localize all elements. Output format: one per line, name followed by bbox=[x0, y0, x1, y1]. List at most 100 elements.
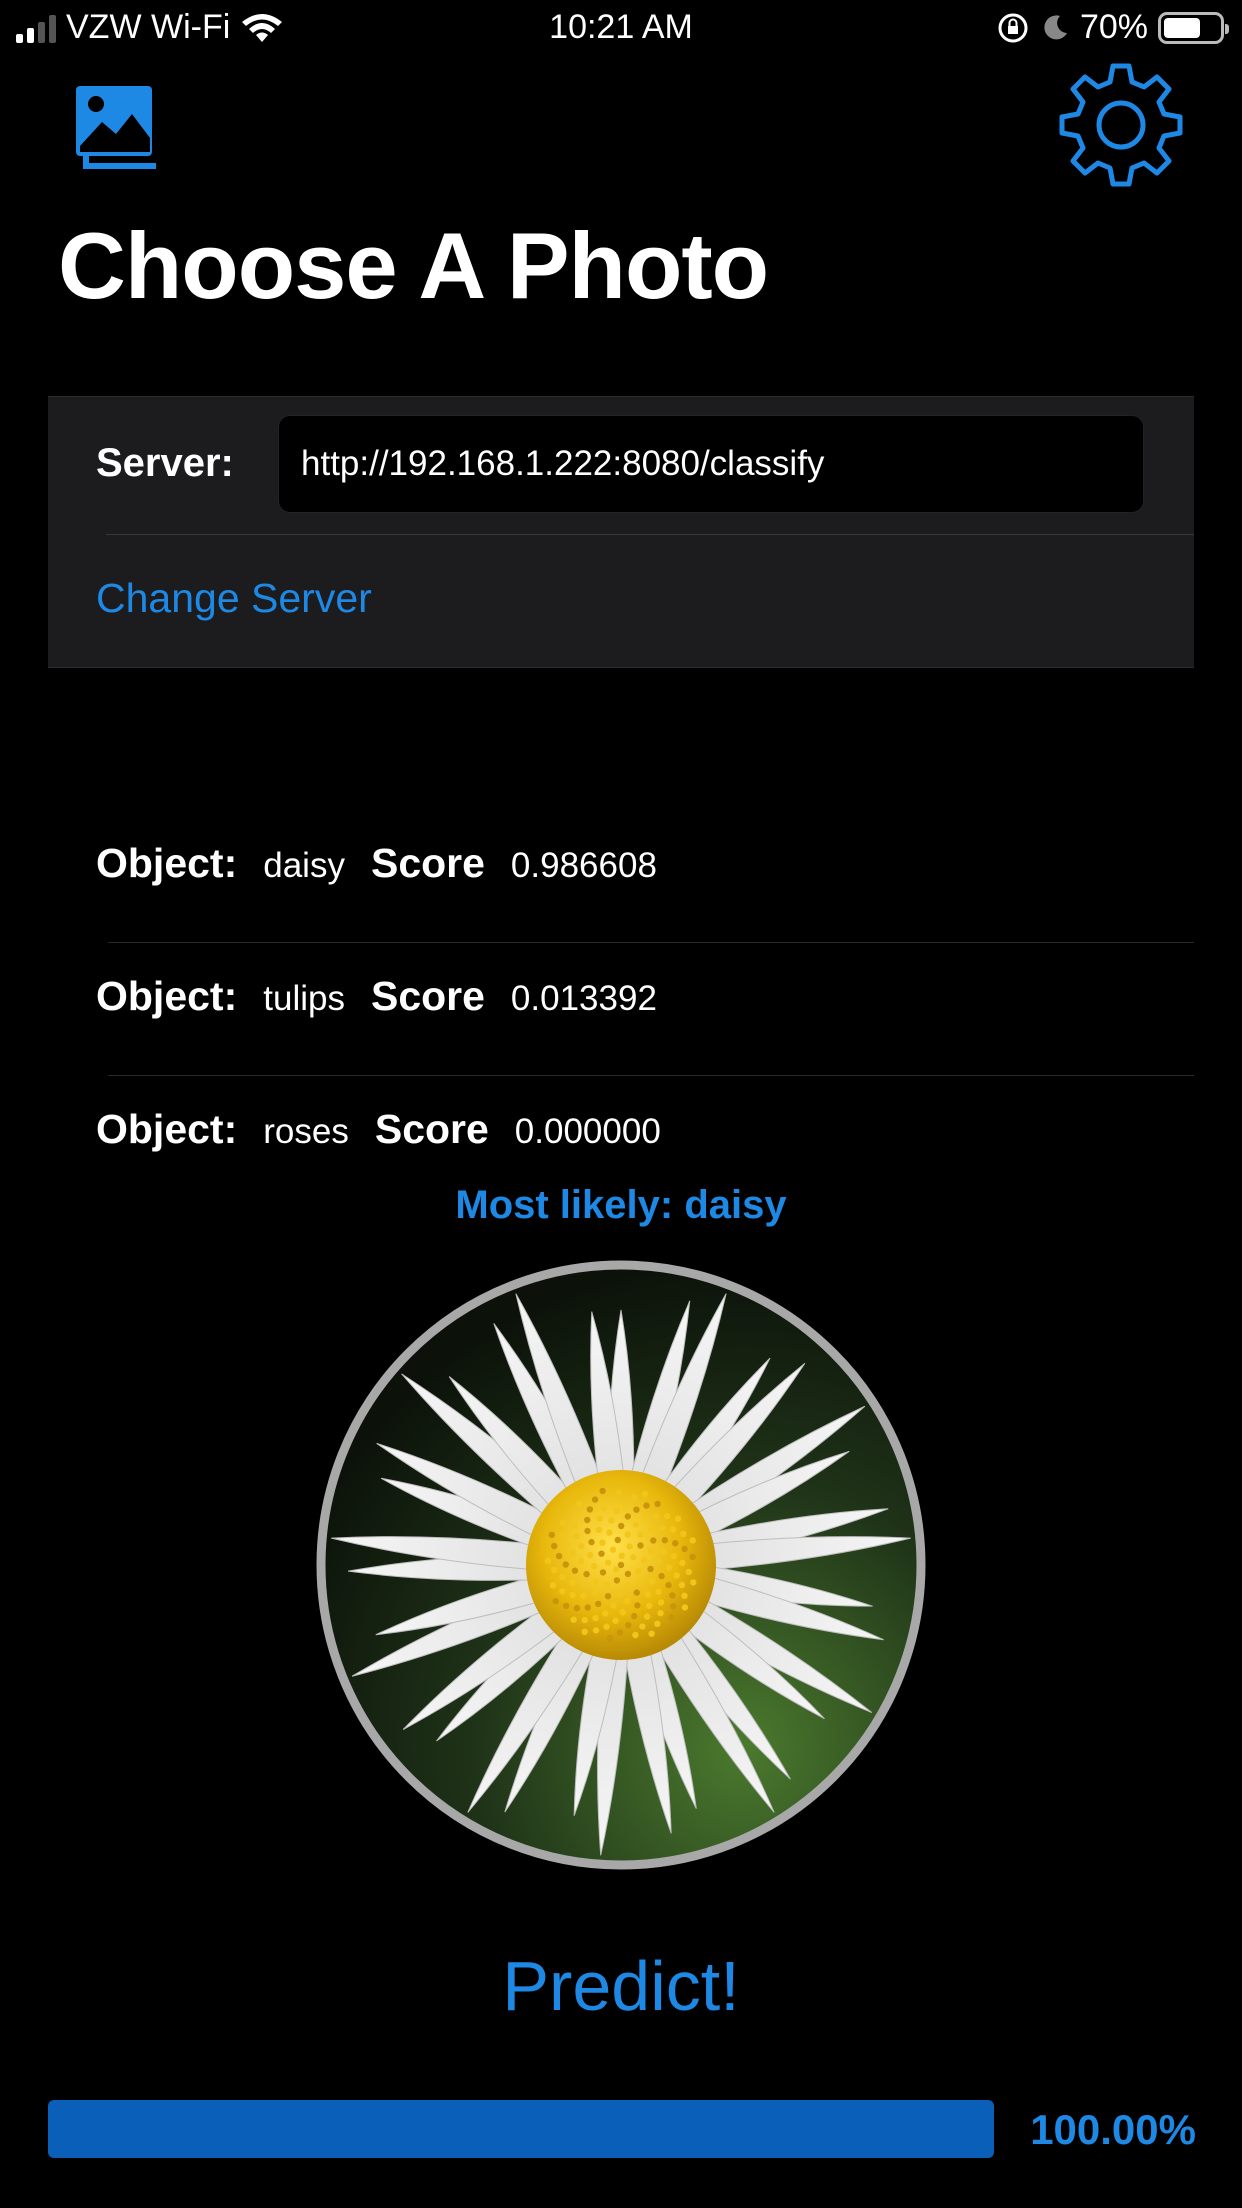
floret bbox=[680, 1530, 687, 1537]
floret bbox=[668, 1614, 675, 1621]
floret bbox=[592, 1614, 599, 1622]
floret bbox=[681, 1592, 688, 1599]
progress-bar bbox=[48, 2100, 994, 2158]
floret bbox=[618, 1522, 625, 1530]
floret bbox=[610, 1602, 617, 1609]
score-value: 0.000000 bbox=[514, 1112, 661, 1151]
floret bbox=[665, 1564, 673, 1571]
floret bbox=[633, 1589, 640, 1596]
floret bbox=[643, 1613, 651, 1620]
floret bbox=[648, 1578, 656, 1585]
floret bbox=[606, 1529, 613, 1536]
floret bbox=[647, 1547, 655, 1555]
floret bbox=[551, 1542, 558, 1550]
server-label: Server: bbox=[96, 441, 234, 485]
floret bbox=[586, 1551, 594, 1559]
floret bbox=[652, 1512, 660, 1520]
floret bbox=[559, 1588, 566, 1595]
floret bbox=[665, 1581, 672, 1589]
floret bbox=[615, 1489, 623, 1496]
page-title: Choose A Photo bbox=[58, 213, 769, 318]
floret bbox=[573, 1532, 580, 1540]
object-value: daisy bbox=[263, 846, 345, 885]
floret bbox=[584, 1527, 591, 1535]
floret bbox=[657, 1599, 665, 1606]
battery-icon bbox=[1158, 11, 1229, 44]
floret bbox=[658, 1572, 665, 1580]
floret bbox=[670, 1603, 677, 1610]
floret bbox=[673, 1572, 680, 1579]
floret bbox=[552, 1598, 559, 1605]
selected-photo[interactable] bbox=[316, 1260, 926, 1870]
score-value: 0.013392 bbox=[510, 979, 657, 1018]
floret bbox=[685, 1568, 692, 1576]
floret bbox=[689, 1537, 696, 1544]
floret bbox=[592, 1627, 600, 1634]
floret bbox=[579, 1581, 587, 1588]
floret bbox=[613, 1566, 620, 1573]
floret bbox=[560, 1530, 567, 1538]
score-value: 0.986608 bbox=[510, 846, 657, 885]
floret bbox=[584, 1516, 591, 1524]
floret bbox=[616, 1629, 624, 1636]
floret bbox=[689, 1553, 696, 1560]
floret bbox=[660, 1548, 667, 1556]
floret bbox=[551, 1566, 558, 1574]
floret bbox=[559, 1519, 567, 1527]
photo-gallery-icon[interactable] bbox=[72, 80, 168, 176]
floret bbox=[681, 1604, 689, 1611]
floret bbox=[583, 1570, 590, 1578]
most-likely-label: Most likely: daisy bbox=[455, 1183, 787, 1227]
floret bbox=[641, 1490, 648, 1498]
floret bbox=[690, 1579, 697, 1586]
floret bbox=[654, 1620, 661, 1627]
score-label: Score bbox=[370, 973, 485, 1019]
floret bbox=[598, 1550, 605, 1557]
floret bbox=[599, 1487, 606, 1495]
floret bbox=[544, 1557, 552, 1564]
floret bbox=[608, 1517, 615, 1524]
floret bbox=[645, 1602, 653, 1609]
server-card: Server: Change Server bbox=[48, 396, 1194, 668]
floret bbox=[672, 1540, 679, 1547]
predict-button[interactable]: Predict! bbox=[0, 1945, 1242, 2027]
floret bbox=[625, 1622, 632, 1629]
change-server-button[interactable]: Change Server bbox=[96, 575, 372, 622]
floret bbox=[603, 1581, 611, 1589]
floret bbox=[591, 1590, 599, 1597]
floret bbox=[563, 1541, 570, 1548]
floret bbox=[669, 1592, 676, 1599]
floret bbox=[624, 1582, 631, 1589]
floret bbox=[634, 1602, 641, 1609]
floret bbox=[614, 1536, 621, 1544]
gear-icon[interactable] bbox=[1058, 62, 1184, 188]
floret bbox=[663, 1512, 671, 1520]
floret bbox=[657, 1610, 664, 1617]
floret bbox=[599, 1539, 606, 1546]
floret bbox=[586, 1506, 594, 1513]
moon-icon bbox=[1044, 14, 1067, 39]
floret bbox=[595, 1600, 602, 1608]
floret bbox=[619, 1609, 626, 1616]
floret bbox=[618, 1552, 625, 1559]
orientation-lock-icon bbox=[998, 13, 1028, 42]
floret bbox=[647, 1565, 654, 1573]
floret bbox=[599, 1569, 607, 1576]
floret bbox=[602, 1610, 609, 1617]
battery-percent: 70% bbox=[1079, 8, 1148, 46]
floret bbox=[581, 1628, 588, 1635]
results-list: Object: daisy Score 0.986608 Object: tul… bbox=[0, 810, 1242, 1209]
server-url-input[interactable] bbox=[278, 415, 1144, 513]
floret bbox=[624, 1513, 631, 1520]
floret bbox=[669, 1526, 677, 1533]
floret bbox=[630, 1554, 637, 1561]
floret bbox=[609, 1546, 617, 1553]
floret bbox=[588, 1538, 595, 1546]
result-row: Object: daisy Score 0.986608 bbox=[0, 810, 1242, 943]
floret bbox=[626, 1543, 633, 1550]
floret bbox=[637, 1542, 644, 1549]
floret bbox=[633, 1506, 640, 1513]
object-value: roses bbox=[263, 1112, 349, 1151]
floret bbox=[548, 1531, 555, 1539]
floret bbox=[559, 1574, 566, 1581]
